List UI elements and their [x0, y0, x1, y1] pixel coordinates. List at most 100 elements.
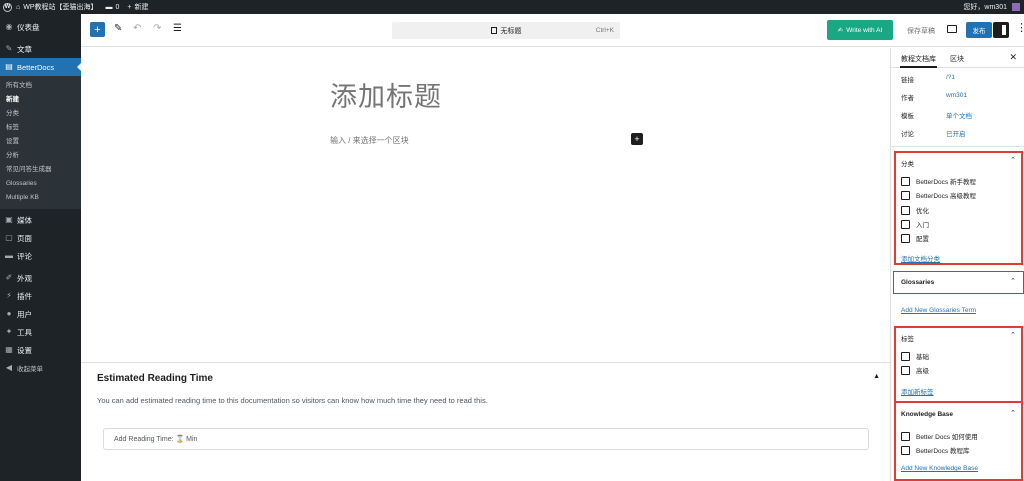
submenu-settings[interactable]: 设置	[0, 135, 81, 149]
checkbox[interactable]	[901, 365, 910, 375]
new-content-link[interactable]: + 新建	[123, 0, 152, 14]
add-glossary-link[interactable]: Add New Glossaries Term	[901, 307, 976, 314]
sidebar-icon	[1002, 25, 1006, 35]
meta-value-discussion[interactable]: 已开启	[946, 128, 966, 138]
tag-checkbox-row[interactable]: 基础	[901, 351, 929, 361]
ai-pen-icon: ✍	[837, 27, 844, 34]
tab-block[interactable]: 区块	[950, 54, 964, 64]
checkbox[interactable]	[901, 219, 910, 229]
block-inserter-button[interactable]: +	[90, 22, 105, 37]
submenu-categories[interactable]: 分类	[0, 107, 81, 121]
chevron-up-icon[interactable]: ⌃	[1010, 409, 1016, 417]
sidebar-item-users[interactable]: ● 用户	[0, 305, 81, 323]
kb-checkbox-row[interactable]: BetterDocs 教程库	[901, 445, 969, 455]
glossaries-heading[interactable]: Glossaries	[901, 279, 934, 286]
submenu-analytics[interactable]: 分析	[0, 149, 81, 163]
collapse-arrow-icon[interactable]: ▲	[873, 373, 880, 380]
redo-icon[interactable]: ↷	[153, 23, 161, 34]
close-icon[interactable]: ✕	[1009, 52, 1017, 63]
sidebar-item-comments[interactable]: ▬ 评论	[0, 247, 81, 265]
meta-label-link: 链接	[901, 77, 914, 84]
sidebar-item-posts[interactable]: ✎ 文章	[0, 40, 81, 58]
sidebar-item-pages[interactable]: ▢ 页面	[0, 229, 81, 247]
category-checkbox-row[interactable]: 入门	[901, 219, 929, 229]
sidebar-item-media[interactable]: ▣ 媒体	[0, 211, 81, 229]
submenu-multiple-kb[interactable]: Multiple KB	[0, 191, 81, 205]
account-menu[interactable]: 您好，wm301	[959, 0, 1024, 14]
site-name: WP教程站【歪猫出海】	[23, 4, 98, 11]
sidebar-item-plugins[interactable]: ⚡ 插件	[0, 287, 81, 305]
submenu-all-docs[interactable]: 所有文档	[0, 79, 81, 93]
wordpress-logo-icon[interactable]: W	[3, 2, 12, 12]
pencil-tool-icon[interactable]: ✎	[114, 23, 122, 34]
paragraph-placeholder[interactable]: 输入 / 来选择一个区块	[330, 135, 409, 146]
checkbox[interactable]	[901, 445, 910, 455]
publish-button[interactable]: 发布	[966, 22, 992, 38]
comments-link[interactable]: ▬ 0	[102, 0, 124, 14]
sidebar-item-label: 收起菜单	[17, 366, 43, 373]
submenu-faq-builder[interactable]: 常见问答生成器	[0, 163, 81, 177]
add-category-link[interactable]: 添加文档分类	[901, 253, 940, 263]
more-options-icon[interactable]: ⋮	[1016, 21, 1024, 34]
tags-heading[interactable]: 标签	[901, 333, 914, 343]
sidebar-item-betterdocs[interactable]: ▤ BetterDocs	[0, 58, 81, 76]
add-kb-link[interactable]: Add New Knowledge Base	[901, 465, 978, 472]
shortcut-hint: Ctrl+K	[595, 27, 614, 34]
preview-device-icon[interactable]	[947, 25, 957, 33]
sidebar-item-tools[interactable]: ✦ 工具	[0, 323, 81, 341]
category-checkbox-row[interactable]: BetterDocs 高级教程	[901, 190, 976, 200]
meta-value-author[interactable]: wm301	[946, 92, 967, 99]
kb-heading[interactable]: Knowledge Base	[901, 411, 953, 418]
settings-sidebar-toggle[interactable]	[993, 22, 1009, 38]
checkbox[interactable]	[901, 431, 910, 441]
sidebar-item-dashboard[interactable]: ◉ 仪表盘	[0, 18, 81, 36]
category-checkbox-row[interactable]: BetterDocs 新手教程	[901, 176, 976, 186]
admin-sidebar: ◉ 仪表盘 ✎ 文章 ▤ BetterDocs 所有文档 新建 分类 标签 设置…	[0, 14, 81, 481]
kb-checkbox-row[interactable]: Better Docs 如何使用	[901, 431, 978, 441]
avatar	[1012, 3, 1020, 11]
sidebar-item-label: 页面	[17, 233, 32, 243]
sidebar-item-label: 媒体	[17, 215, 32, 225]
submenu-glossaries[interactable]: Glossaries	[0, 177, 81, 191]
add-tag-link[interactable]: 添加新标签	[901, 386, 934, 396]
submenu-tags[interactable]: 标签	[0, 121, 81, 135]
meta-value-template[interactable]: 单个文档	[946, 110, 972, 120]
save-draft-button[interactable]: 保存草稿	[907, 26, 935, 36]
inline-block-inserter-button[interactable]: +	[631, 133, 643, 145]
chevron-up-icon[interactable]: ⌃	[1010, 277, 1016, 285]
tag-checkbox-row[interactable]: 高级	[901, 365, 929, 375]
sidebar-item-label: 插件	[17, 291, 32, 301]
settings-icon: ▦	[5, 345, 13, 354]
post-title-input[interactable]: 添加标题	[330, 75, 442, 114]
site-name-link[interactable]: ⌂ WP教程站【歪猫出海】	[12, 0, 102, 14]
categories-heading[interactable]: 分类	[901, 158, 914, 168]
checkbox[interactable]	[901, 205, 910, 215]
reading-time-input[interactable]: Add Reading Time: ⌛ Min	[103, 428, 869, 450]
checkbox[interactable]	[901, 351, 910, 361]
category-checkbox-row[interactable]: 优化	[901, 205, 929, 215]
write-with-ai-button[interactable]: ✍ Write with AI	[827, 20, 893, 40]
checkbox[interactable]	[901, 233, 910, 243]
submenu-new[interactable]: 新建	[0, 93, 81, 107]
undo-icon[interactable]: ↶	[133, 23, 141, 34]
document-icon	[490, 27, 497, 34]
checkbox[interactable]	[901, 190, 910, 200]
meta-value-link[interactable]: /?1	[946, 74, 955, 81]
document-overview-icon[interactable]: ☰	[173, 23, 182, 34]
sidebar-item-settings[interactable]: ▦ 设置	[0, 341, 81, 359]
tab-document[interactable]: 教程文档库	[900, 54, 937, 68]
checkbox-label: 优化	[916, 208, 929, 215]
category-checkbox-row[interactable]: 配置	[901, 233, 929, 243]
meta-label-discussion: 讨论	[901, 131, 914, 138]
command-palette-bar[interactable]: 无标题 Ctrl+K	[392, 22, 620, 39]
sidebar-item-appearance[interactable]: ✐ 外观	[0, 269, 81, 287]
checkbox-label: BetterDocs 新手教程	[916, 179, 976, 186]
collapse-menu-button[interactable]: ◀ 收起菜单	[0, 359, 81, 377]
admin-bar: W ⌂ WP教程站【歪猫出海】 ▬ 0 + 新建 您好，wm301	[0, 0, 1024, 14]
meta-label-author: 作者	[901, 95, 914, 102]
chevron-up-icon[interactable]: ⌃	[1010, 156, 1016, 164]
new-label: 新建	[134, 4, 149, 11]
checkbox[interactable]	[901, 176, 910, 186]
chevron-up-icon[interactable]: ⌃	[1010, 331, 1016, 339]
checkbox-label: 基础	[916, 354, 929, 361]
